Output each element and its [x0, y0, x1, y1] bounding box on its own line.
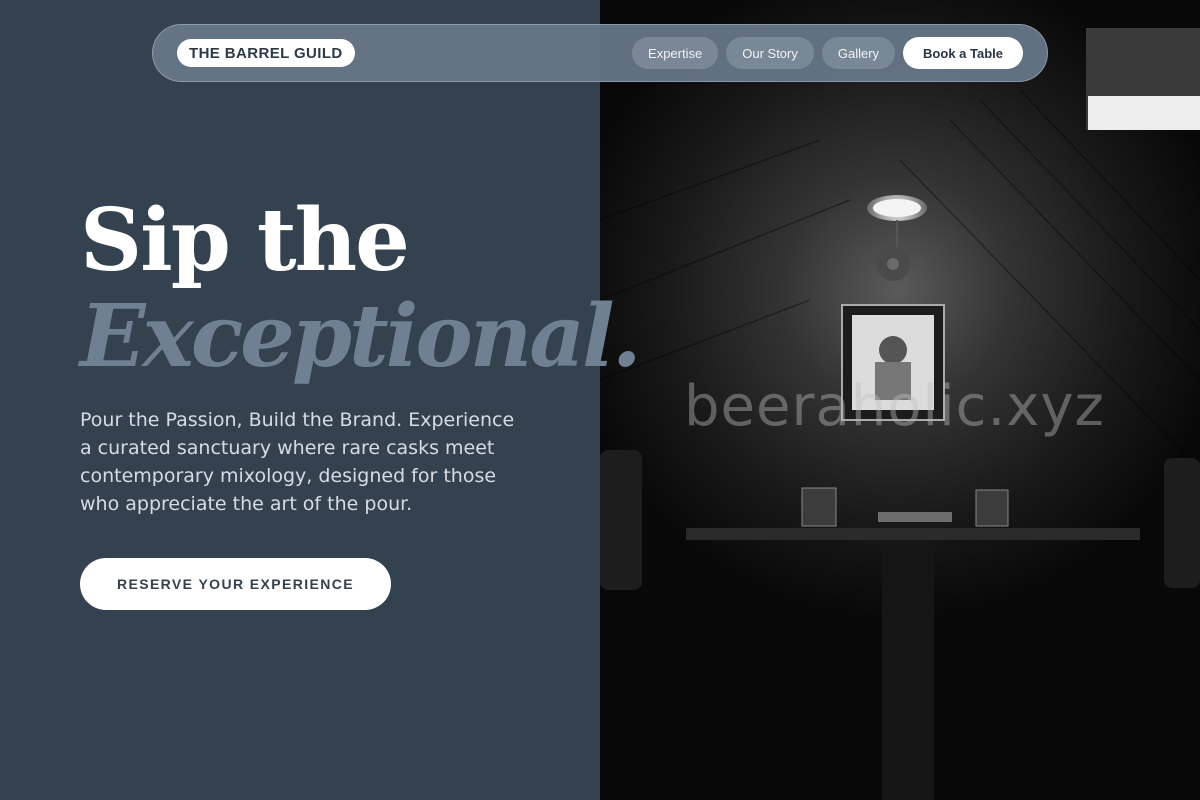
- watermark-text: beeraholic.xyz: [684, 374, 1105, 439]
- nav-link-expertise[interactable]: Expertise: [632, 37, 719, 69]
- nav-link-gallery[interactable]: Gallery: [821, 37, 896, 69]
- nav-links: Expertise Our Story Gallery Book a Table: [632, 37, 1023, 69]
- hero-photo: beeraholic.xyz: [600, 0, 1200, 800]
- hero-headline-line1: Sip the: [80, 190, 410, 291]
- nav-link-our-story[interactable]: Our Story: [726, 37, 814, 69]
- hero-headline-line2: Exceptional.: [80, 286, 642, 387]
- top-navbar: THE BARREL GUILD Expertise Our Story Gal…: [152, 24, 1048, 82]
- hero-description: Pour the Passion, Build the Brand. Exper…: [80, 409, 515, 515]
- reserve-experience-button[interactable]: RESERVE YOUR EXPERIENCE: [80, 558, 391, 610]
- hero-panel: [0, 0, 600, 800]
- brand-logo[interactable]: THE BARREL GUILD: [177, 39, 355, 67]
- book-table-button[interactable]: Book a Table: [903, 37, 1023, 69]
